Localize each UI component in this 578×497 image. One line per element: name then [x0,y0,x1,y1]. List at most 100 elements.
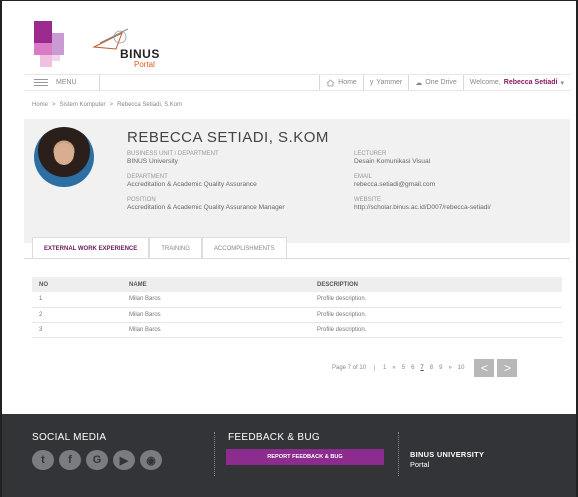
field-value: Accreditation & Academic Quality Assuran… [127,204,285,211]
table-cell: 1 [32,292,122,308]
experience-table: NO NAME DESCRIPTION 1 Milan Baros Profil… [32,277,562,338]
table-cell: Profile description. [310,292,562,308]
breadcrumb-current: Rebecca Setiadi, S.Kom [117,102,183,108]
page-frame: BINUS Portal MENU Home y Yammer ☁ One Dr… [0,0,578,497]
home-icon [326,78,335,86]
table-cell: Milan Baros [122,307,310,323]
profile-card: REBECCA SETIADI, S.KOM BUSINESS UNIT / D… [24,119,570,243]
report-feedback-button[interactable]: REPORT FEEDBACK & BUG [226,449,384,465]
table-cell: Milan Baros [122,322,310,338]
tab-divider [24,258,570,259]
website-link[interactable]: http://scholar.binus.ac.id/D007/rebecca-… [354,204,491,212]
breadcrumb: Home > Sistem Komputer > Rebecca Setiadi… [32,102,182,108]
page-link[interactable]: 9 [439,365,442,371]
page-link[interactable]: » [448,365,451,371]
field-label: WEBSITE [354,197,382,203]
table-row[interactable]: 2 Milan Baros Profile description. [32,307,562,323]
welcome-username: Rebecca Setiadi [503,79,558,86]
logo-block [40,55,52,67]
breadcrumb-home[interactable]: Home [32,102,48,108]
logo-text: BINUS [120,47,160,61]
page-link[interactable]: 6 [411,365,414,371]
logo-subtext: Portal [134,60,155,69]
field-position: POSITION Accreditation & Academic Qualit… [127,196,285,212]
nav-links: Home y Yammer ☁ One Drive Welcome, Rebec… [319,75,570,90]
cloud-icon: ☁ [415,79,423,87]
page-link[interactable]: 1 [383,365,386,371]
google-plus-icon[interactable]: G [86,450,108,470]
breadcrumb-department[interactable]: Sistem Komputer [60,102,106,108]
footer-divider [214,432,215,476]
tab-external-work-experience[interactable]: EXTERNAL WORK EXPERIENCE [32,237,150,259]
profile-name: REBECCA SETIADI, S.KOM [127,129,329,146]
field-department: DEPARTMENT Accreditation & Academic Qual… [127,173,257,189]
footer-divider [398,432,399,476]
field-label: LECTURER [354,151,387,157]
field-value: BINUS University [127,158,178,165]
hamburger-icon [34,79,48,86]
table-cell: 3 [32,322,122,338]
brand-blocks-logo[interactable] [34,21,68,69]
table-row[interactable]: 1 Milan Baros Profile description. [32,292,562,308]
facebook-icon[interactable]: f [59,450,81,470]
youtube-icon[interactable]: ▶ [113,450,135,470]
social-icons: t f G ▶ ◉ [32,450,162,470]
column-header: DESCRIPTION [310,277,562,292]
field-label: POSITION [127,197,156,203]
field-website: WEBSITE http://scholar.binus.ac.id/D007/… [354,196,491,212]
nav-yammer-link[interactable]: y Yammer [362,75,408,90]
rss-icon[interactable]: ◉ [140,450,162,470]
page-links: 1 « 5 6 7 8 9 » 10 [375,365,464,371]
table-cell: 2 [32,307,122,323]
yammer-icon: y [369,79,374,86]
page-link-current[interactable]: 7 [420,365,423,371]
table-cell: Profile description. [310,307,562,323]
page-link[interactable]: 8 [430,365,433,371]
pagination: Page 7 of 10 1 « 5 6 7 8 9 » 10 < > [332,358,518,378]
user-menu-dropdown[interactable]: Welcome, Rebecca Setiadi ▾ [462,75,570,90]
table-header-row: NO NAME DESCRIPTION [32,277,562,292]
nav-onedrive-link[interactable]: ☁ One Drive [408,75,463,90]
site-footer: SOCIAL MEDIA t f G ▶ ◉ FEEDBACK & BUG RE… [2,414,576,497]
menu-button[interactable]: MENU [24,75,100,90]
table-cell: Milan Baros [122,292,310,308]
logo-block [52,33,64,55]
table-row[interactable]: 3 Milan Baros Profile description. [32,322,562,338]
avatar [34,127,94,187]
prev-page-button[interactable]: < [474,359,495,377]
nav-onedrive-label: One Drive [425,79,457,86]
page-link[interactable]: 10 [458,365,465,371]
breadcrumb-separator: > [109,102,114,108]
field-business-unit: BUSINESS UNIT / DEPARTMENT BINUS Univers… [127,150,219,166]
field-label: EMAIL [354,174,373,180]
twitter-icon[interactable]: t [32,450,54,470]
field-value: Desain Komunikasi Visual [354,158,431,165]
nav-home-label: Home [338,79,357,86]
logo-block [34,43,52,55]
next-page-button[interactable]: > [497,359,518,377]
table-cell: Profile description. [310,322,562,338]
logo-block [52,55,60,61]
footer-portal: Portal [410,460,430,469]
tab-accomplishments[interactable]: ACCOMPLISHMENTS [201,237,287,259]
top-navbar: MENU Home y Yammer ☁ One Drive Welcome, … [24,74,570,91]
field-label: DEPARTMENT [127,174,168,180]
tab-training[interactable]: TRAINING [149,237,202,259]
page-link[interactable]: 5 [402,365,405,371]
nav-home-link[interactable]: Home [319,75,363,90]
profile-tabs: EXTERNAL WORK EXPERIENCE TRAINING ACCOMP… [32,237,287,259]
email-link[interactable]: rebecca.setiadi@gmail.com [354,181,435,189]
chevron-down-icon: ▾ [560,79,564,87]
field-label: BUSINESS UNIT / DEPARTMENT [127,151,219,157]
menu-label: MENU [56,79,77,86]
field-email: EMAIL rebecca.setiadi@gmail.com [354,173,435,189]
footer-university: BINUS UNIVERSITY [410,450,485,459]
social-media-title: SOCIAL MEDIA [32,432,107,443]
logo-block [34,21,52,43]
nav-yammer-label: Yammer [376,79,403,86]
column-header: NO [32,277,122,292]
column-header: NAME [122,277,310,292]
field-value: Accreditation & Academic Quality Assuran… [127,181,257,188]
page-link[interactable]: « [392,365,395,371]
feedback-title: FEEDBACK & BUG [228,432,320,443]
